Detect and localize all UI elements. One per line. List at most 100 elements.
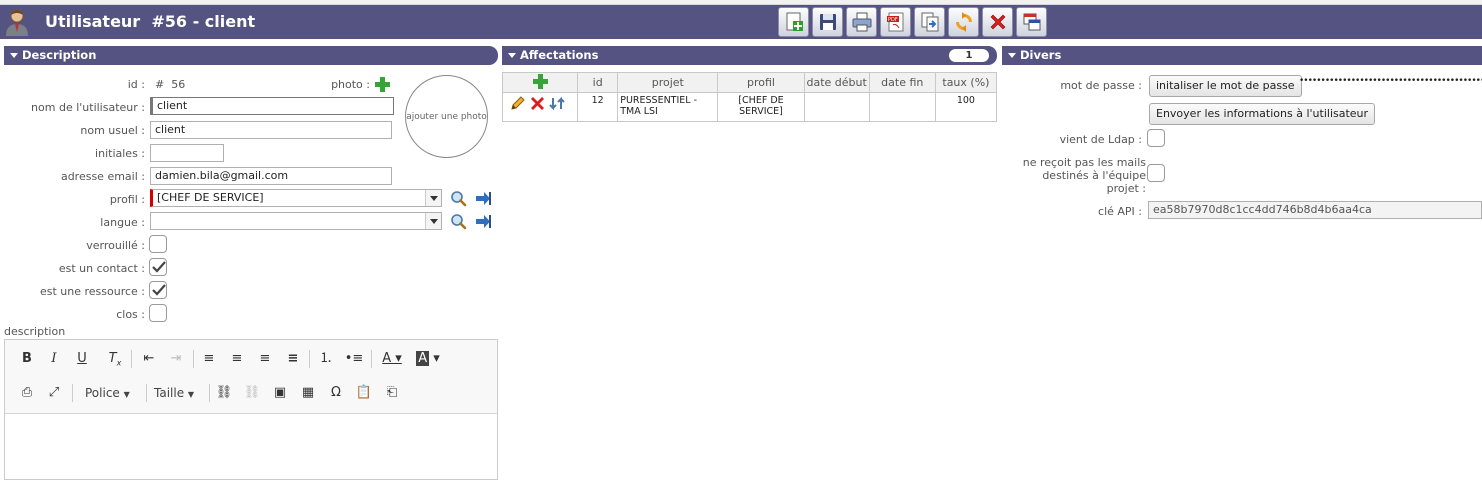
align-center-icon[interactable]: ≡ [226,348,248,370]
bold-icon[interactable]: B [16,348,38,370]
align-right-icon[interactable]: ≡ [254,348,276,370]
bulleted-list-icon[interactable]: •≡ [343,348,365,370]
column-header-projet[interactable]: projet [617,72,719,93]
new-button[interactable] [778,7,809,37]
edit-icon[interactable] [509,95,526,112]
collapse-icon [10,53,18,58]
size-dropdown[interactable]: Taille ▼ [154,382,194,404]
section-description-header[interactable]: Description [4,46,498,65]
copy-icon [921,12,938,32]
email-input[interactable]: damien.bila@gmail.com [150,167,392,185]
no-mail-checkbox[interactable] [1147,164,1165,182]
window-icon [1023,13,1040,31]
refresh-icon [955,12,972,32]
italic-icon[interactable]: I [43,348,65,370]
api-key-field[interactable]: ea58b7970d8c1cc4dd746b8d4b6aa4ca [1148,201,1482,219]
chevron-down-icon [425,213,441,229]
refresh-button[interactable] [948,7,979,37]
collapse-icon [1008,53,1016,58]
profile-label: profil : [109,193,145,206]
init-password-button[interactable]: initaliser le mot de passe [1149,75,1302,97]
add-icon[interactable] [532,73,548,89]
goto-icon[interactable] [475,190,492,207]
special-char-icon[interactable]: Ω [325,382,347,404]
cell-date-fin [868,92,936,122]
section-divers-header[interactable]: Divers [1002,46,1482,65]
column-header-date-debut[interactable]: date début [803,72,870,93]
search-icon[interactable] [450,190,467,207]
cell-taux: 100 [934,92,998,122]
password-dots: ••••••••••••••••••••••••••••••••••••••••… [1299,76,1482,86]
align-left-icon[interactable]: ≡ [198,348,220,370]
closed-checkbox[interactable] [149,304,167,322]
email-label: adresse email : [60,170,145,183]
new-icon [786,12,803,31]
initials-label: initiales : [95,147,145,160]
section-affectations-header[interactable]: Affectations 1 [502,46,997,65]
language-select[interactable] [150,212,442,230]
column-header-taux[interactable]: taux (%) [934,72,998,93]
column-header-date-fin[interactable]: date fin [868,72,936,93]
profile-select-value: [CHEF DE SERVICE] [157,191,264,204]
paste-word-icon[interactable]: 📋 [353,382,375,404]
cell-profil: [CHEF DE SERVICE] [717,92,805,122]
column-header-profil[interactable]: profil [717,72,805,93]
print-icon[interactable]: ⎙ [16,382,38,404]
search-icon[interactable] [450,213,467,230]
maximize-icon[interactable]: ⤢ [43,382,65,404]
usual-name-input[interactable]: client [150,121,392,139]
text-color-icon[interactable]: A ▾ [375,348,409,370]
font-dropdown[interactable]: Police ▼ [85,382,130,404]
id-label: id : [127,78,145,91]
checkmark-icon [152,261,166,273]
new-window-button[interactable] [1016,7,1047,37]
api-key-label: clé API : [1098,205,1142,218]
initials-input[interactable] [150,144,224,162]
column-header-id[interactable]: id [577,72,619,93]
cell-projet: PURESSENTIEL - TMA LSI [617,92,719,122]
save-button[interactable] [812,7,843,37]
add-affectation-cell[interactable] [501,72,579,93]
align-justify-icon[interactable]: ≡ [282,348,304,370]
contact-checkbox[interactable] [149,258,167,276]
link-icon[interactable]: ⛓ [213,382,235,404]
resource-checkbox[interactable] [149,281,167,299]
send-info-button[interactable]: Envoyer les informations à l'utilisateur [1149,103,1376,125]
background-color-icon[interactable]: A ▾ [411,348,445,370]
affectations-count-badge: 1 [948,48,990,63]
ldap-label: vient de Ldap : [1059,133,1142,146]
delete-button[interactable] [982,7,1013,37]
print-button[interactable] [846,7,877,37]
row-actions [501,92,579,122]
copy-button[interactable] [914,7,945,37]
locked-checkbox[interactable] [149,235,167,253]
toolbar-divider [146,384,147,402]
unlink-icon[interactable]: ⛓ [241,382,263,404]
goto-icon[interactable] [475,213,492,230]
clear-format-icon[interactable]: Tx [104,348,126,370]
table-icon[interactable]: ▦ [297,382,319,404]
pdf-button[interactable]: PDF [880,7,911,37]
delete-icon[interactable] [529,95,546,112]
image-icon[interactable]: ▣ [269,382,291,404]
name-input[interactable]: client [150,97,394,115]
pdf-icon: PDF [886,12,903,32]
photo-placeholder[interactable]: ajouter une photo [405,75,488,158]
no-mail-label: ne reçoit pas les mails destinés à l'équ… [1002,156,1146,195]
numbered-list-icon[interactable]: ⒈ [315,348,337,370]
underline-icon[interactable]: U [71,348,93,370]
locked-label: verrouillé : [86,239,145,252]
name-label: nom de l'utilisateur : [31,101,145,114]
ldap-checkbox[interactable] [1147,129,1165,147]
source-icon[interactable]: ⎗ [381,382,403,404]
indent-increase-icon[interactable]: ⇥ [165,348,187,370]
print-icon [852,12,871,32]
add-photo-icon[interactable] [374,76,391,93]
table-row[interactable]: 12 PURESSENTIEL - TMA LSI [CHEF DE SERVI… [501,92,998,122]
profile-select[interactable]: [CHEF DE SERVICE] [150,189,442,207]
switch-icon[interactable] [549,95,566,112]
id-value: # 56 [155,78,186,91]
indent-decrease-icon[interactable]: ⇤ [138,348,160,370]
photo-label: photo : [331,78,370,91]
page-title: Utilisateur #56 - client [45,12,256,31]
